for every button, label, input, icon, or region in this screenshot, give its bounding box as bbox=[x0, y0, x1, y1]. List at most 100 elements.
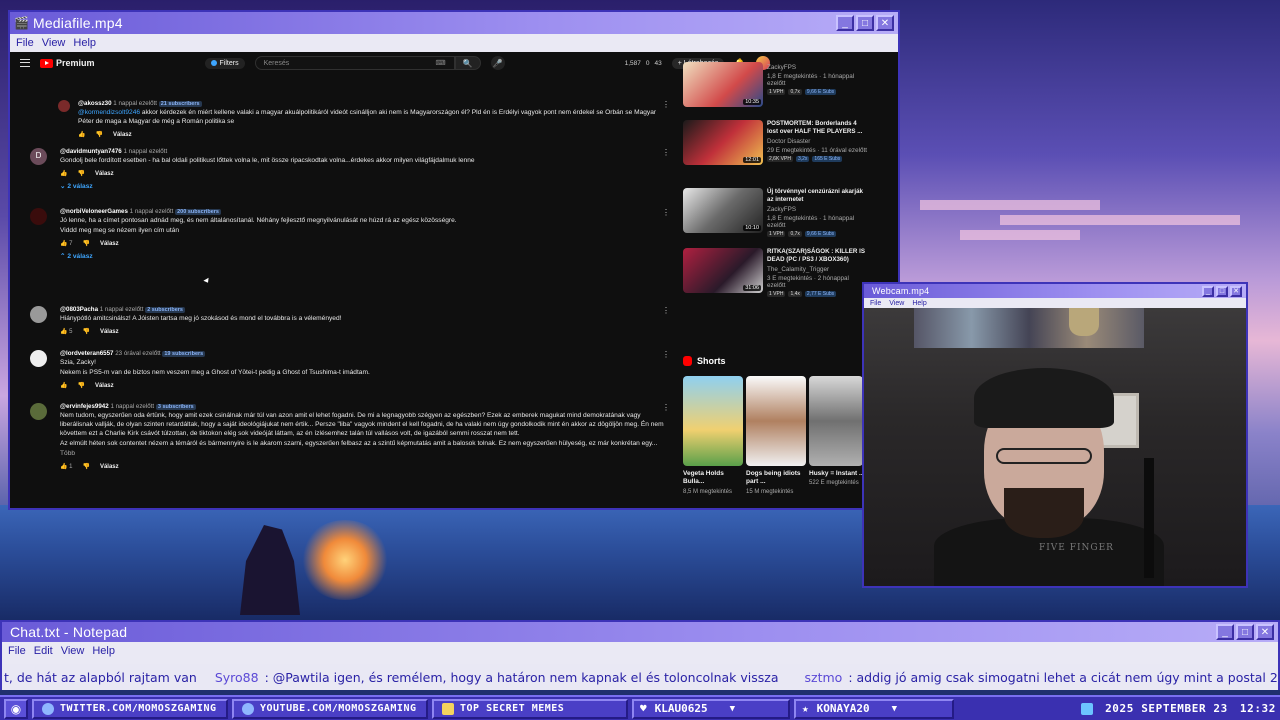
video-channel[interactable]: Doctor Disaster bbox=[767, 138, 867, 145]
more-icon[interactable]: ⋮ bbox=[662, 403, 670, 414]
short-title[interactable]: Vegeta Holds Bulla... bbox=[683, 470, 743, 487]
menu-file[interactable]: File bbox=[870, 300, 881, 307]
video-channel[interactable]: ZackyFPS bbox=[767, 64, 867, 71]
keyboard-icon[interactable]: ⌨ bbox=[435, 59, 445, 67]
more-icon[interactable]: ⋮ bbox=[662, 148, 670, 159]
menu-icon[interactable] bbox=[20, 59, 30, 67]
search-button[interactable]: 🔍 bbox=[454, 56, 481, 70]
dislike-icon[interactable]: 👎 bbox=[77, 382, 84, 390]
comment-time: 1 nappal ezelőtt bbox=[113, 100, 157, 107]
taskbar-item-twitter[interactable]: TWITTER.COM/MOMOSZGAMING bbox=[32, 698, 228, 719]
more-icon[interactable]: ⋮ bbox=[662, 306, 670, 317]
extension-stats: 1,587 0 43 bbox=[625, 60, 662, 67]
menu-help[interactable]: Help bbox=[912, 300, 926, 307]
taskbar-dropdown-2[interactable]: ★ KONAYA20 ▼ bbox=[794, 698, 954, 719]
reply-button[interactable]: Válasz bbox=[100, 328, 119, 336]
menu-edit[interactable]: Edit bbox=[34, 645, 53, 657]
replies-toggle[interactable]: ⌃ 2 válasz bbox=[60, 253, 670, 262]
video-thumbnail[interactable]: 10:10 bbox=[683, 188, 763, 233]
maximize-button[interactable]: □ bbox=[1216, 285, 1228, 297]
close-button[interactable]: ✕ bbox=[876, 15, 894, 31]
short-item[interactable]: Husky = Instant ... 522 E megtekintés bbox=[809, 376, 869, 486]
filters-label: Filters bbox=[219, 59, 239, 67]
like-icon[interactable]: 👍 7 bbox=[60, 240, 72, 248]
start-button[interactable]: ◉ bbox=[4, 698, 28, 719]
like-icon[interactable]: 👍 bbox=[78, 131, 85, 139]
video-thumbnail[interactable]: 31:06 bbox=[683, 248, 763, 293]
dislike-icon[interactable]: 👎 bbox=[82, 328, 89, 336]
minimize-button[interactable]: _ bbox=[1202, 285, 1214, 297]
video-thumbnail[interactable]: 12:01 bbox=[683, 120, 763, 165]
reply-button[interactable]: Válasz bbox=[100, 240, 119, 248]
short-item[interactable]: Dogs being idiots part ... 15 M megtekin… bbox=[746, 376, 806, 495]
maximize-button[interactable]: □ bbox=[1236, 624, 1254, 640]
menu-view[interactable]: View bbox=[889, 300, 904, 307]
like-icon[interactable]: 👍 5 bbox=[60, 328, 72, 336]
video-channel[interactable]: The_Calamity_Trigger bbox=[767, 266, 867, 273]
like-icon[interactable]: 👍 bbox=[60, 170, 67, 178]
video-item[interactable]: 12:01 POSTMORTEM: Borderlands 4 lost ove… bbox=[683, 120, 883, 168]
video-channel[interactable]: ZackyFPS bbox=[767, 206, 867, 213]
video-thumbnail[interactable]: 10:35 bbox=[683, 62, 763, 107]
menu-file[interactable]: File bbox=[8, 645, 26, 657]
video-item[interactable]: 10:10 Új törvénnyel cenzúrázni akarják a… bbox=[683, 188, 883, 238]
dislike-icon[interactable]: 👎 bbox=[77, 170, 84, 178]
more-icon[interactable]: ⋮ bbox=[662, 208, 670, 219]
video-item[interactable]: 10:35 ZackyFPS 1,8 E megtekintés · 1 hón… bbox=[683, 62, 883, 110]
video-title[interactable]: RITKA(SZAR)SÁGOK : KILLER IS DEAD (PC / … bbox=[767, 248, 867, 264]
mention-link[interactable]: @kormendizsolt9246 bbox=[78, 109, 140, 116]
filters-button[interactable]: Filters bbox=[204, 57, 245, 69]
more-icon[interactable]: ⋮ bbox=[662, 350, 670, 361]
comment-item: @ervinfejes9942 1 nappal ezelőtt 3 subsc… bbox=[30, 403, 670, 471]
short-thumbnail[interactable] bbox=[746, 376, 806, 466]
comment-author[interactable]: @akossz30 bbox=[78, 100, 112, 107]
menu-file[interactable]: File bbox=[16, 37, 34, 49]
video-title[interactable]: Új törvénnyel cenzúrázni akarják az inte… bbox=[767, 188, 867, 204]
comment-author[interactable]: @ervinfejes9942 bbox=[60, 403, 109, 410]
short-item[interactable]: Vegeta Holds Bulla... 8,5 M megtekintés bbox=[683, 376, 743, 495]
dislike-icon[interactable]: 👎 bbox=[95, 131, 102, 139]
menu-view[interactable]: View bbox=[61, 645, 85, 657]
search-input[interactable]: Keresés ⌨ bbox=[254, 56, 455, 70]
short-title[interactable]: Husky = Instant ... bbox=[809, 470, 869, 478]
reply-button[interactable]: Válasz bbox=[100, 463, 119, 471]
menu-help[interactable]: Help bbox=[73, 37, 96, 49]
media-titlebar[interactable]: 🎬 Mediafile.mp4 _ □ ✕ bbox=[10, 12, 898, 34]
taskbar-dropdown-1[interactable]: ♥ KLAU0625 ▼ bbox=[632, 698, 790, 719]
close-button[interactable]: ✕ bbox=[1230, 285, 1242, 297]
close-button[interactable]: ✕ bbox=[1256, 624, 1274, 640]
reply-button[interactable]: Válasz bbox=[95, 170, 114, 178]
reply-button[interactable]: Válasz bbox=[113, 131, 132, 139]
dislike-icon[interactable]: 👎 bbox=[82, 240, 89, 248]
video-title[interactable]: POSTMORTEM: Borderlands 4 lost over HALF… bbox=[767, 120, 867, 136]
dislike-icon[interactable]: 👎 bbox=[82, 463, 89, 471]
comment-author[interactable]: @norbiVeloneerGames bbox=[60, 208, 128, 215]
webcam-feed: FIVE FINGER bbox=[864, 308, 1246, 586]
comment-author[interactable]: @lordveteran6557 bbox=[60, 350, 114, 357]
avatar bbox=[58, 100, 70, 112]
taskbar-item-memes[interactable]: TOP SECRET MEMES bbox=[432, 698, 628, 719]
like-icon[interactable]: 👍 bbox=[60, 382, 67, 390]
show-more-link[interactable]: Több bbox=[60, 450, 670, 459]
minimize-button[interactable]: _ bbox=[836, 15, 854, 31]
short-title[interactable]: Dogs being idiots part ... bbox=[746, 470, 806, 487]
mic-icon[interactable]: 🎤 bbox=[490, 56, 505, 70]
menu-help[interactable]: Help bbox=[92, 645, 115, 657]
more-icon[interactable]: ⋮ bbox=[662, 100, 670, 111]
comment-author[interactable]: @davidmuntyan7476 bbox=[60, 148, 122, 155]
chat-titlebar[interactable]: Chat.txt - Notepad _ □ ✕ bbox=[2, 622, 1278, 642]
replies-toggle[interactable]: ⌄ 2 válasz bbox=[60, 183, 670, 192]
maximize-button[interactable]: □ bbox=[856, 15, 874, 31]
short-thumbnail[interactable] bbox=[683, 376, 743, 466]
reply-button[interactable]: Válasz bbox=[95, 382, 114, 390]
like-icon[interactable]: 👍 1 bbox=[60, 463, 72, 471]
minimize-button[interactable]: _ bbox=[1216, 624, 1234, 640]
youtube-logo[interactable]: Premium bbox=[40, 58, 95, 68]
taskbar-item-youtube[interactable]: YOUTUBE.COM/MOMOSZGAMING bbox=[232, 698, 428, 719]
menu-view[interactable]: View bbox=[42, 37, 66, 49]
comment-author[interactable]: @0803Pacha bbox=[60, 306, 98, 313]
tray-icon[interactable] bbox=[1081, 702, 1094, 715]
video-item[interactable]: 31:06 RITKA(SZAR)SÁGOK : KILLER IS DEAD … bbox=[683, 248, 883, 298]
short-thumbnail[interactable] bbox=[809, 376, 863, 466]
webcam-titlebar[interactable]: Webcam.mp4 _ □ ✕ bbox=[864, 284, 1246, 298]
